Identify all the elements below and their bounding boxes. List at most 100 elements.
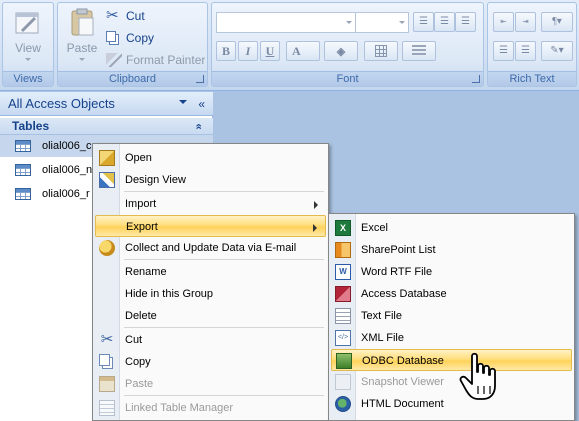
clipboard-group-label: Clipboard xyxy=(58,71,207,86)
submenu-arrow-icon xyxy=(313,224,317,232)
text-file-icon xyxy=(335,308,351,324)
html-icon xyxy=(335,396,351,412)
menu-item-label: Design View xyxy=(125,174,186,186)
bold-button[interactable]: B xyxy=(216,41,236,61)
increase-indent-icon: ⇥ xyxy=(522,16,529,27)
menu-item-label: Word RTF File xyxy=(361,266,433,278)
nav-pane-menu-dropdown-icon[interactable] xyxy=(179,100,187,108)
bullets-button[interactable]: ☰ xyxy=(493,41,514,61)
snapshot-icon xyxy=(335,374,351,390)
numbering-button[interactable]: ☰ xyxy=(515,41,536,61)
design-view-icon xyxy=(99,172,115,188)
shutter-bar-close-icon[interactable]: « xyxy=(198,92,205,116)
table-icon xyxy=(15,140,31,152)
menu-item-label: Cut xyxy=(125,334,143,346)
export-sharepoint-list[interactable]: SharePoint List xyxy=(331,239,572,261)
export-text-file[interactable]: Text File xyxy=(331,305,572,327)
numbering-icon: ☰ xyxy=(521,45,530,56)
highlight-button[interactable]: ✎▾ xyxy=(541,41,573,61)
menu-item-label: XML File xyxy=(361,332,404,344)
menu-separator xyxy=(124,191,324,192)
menu-separator xyxy=(124,395,324,396)
export-access-database[interactable]: Access Database xyxy=(331,283,572,305)
menu-item-label: Access Database xyxy=(361,288,447,300)
menu-item-hide-in-group[interactable]: Hide in this Group xyxy=(95,283,326,305)
menu-item-copy[interactable]: Copy xyxy=(95,351,326,373)
font-group: ☰ ☰ ☰ B I U A ◈ Font xyxy=(211,2,484,87)
xml-icon: </> xyxy=(335,330,351,346)
menu-item-label: Paste xyxy=(125,378,154,390)
align-center-icon: ☰ xyxy=(440,16,449,27)
copy-button[interactable]: Copy xyxy=(104,28,154,48)
font-group-label: Font xyxy=(212,71,483,86)
clipboard-group: Paste ✂ Cut Copy Format Painter Clipboar… xyxy=(57,2,208,87)
menu-item-export[interactable]: Export xyxy=(95,215,326,237)
scissors-icon: ✂ xyxy=(106,7,119,24)
copy-icon xyxy=(106,31,116,42)
views-group-label: Views xyxy=(3,71,53,86)
menu-item-rename[interactable]: Rename xyxy=(95,261,326,283)
italic-button[interactable]: I xyxy=(238,41,258,61)
cut-button[interactable]: ✂ Cut xyxy=(104,6,145,26)
odbc-icon xyxy=(336,353,352,369)
format-painter-icon xyxy=(106,53,122,67)
alternate-fill-icon xyxy=(412,45,426,57)
alternate-fill-button[interactable] xyxy=(402,41,436,61)
group-collapse-icon[interactable]: « xyxy=(189,123,206,129)
copy-label: Copy xyxy=(126,31,155,45)
paragraph-direction-icon: ¶▾ xyxy=(552,16,562,27)
menu-item-import[interactable]: Import xyxy=(95,193,326,215)
menu-item-linked-table-manager[interactable]: Linked Table Manager xyxy=(95,397,326,419)
font-size-combo[interactable] xyxy=(355,12,409,33)
export-word-rtf[interactable]: W Word RTF File xyxy=(331,261,572,283)
view-button[interactable]: View xyxy=(6,7,50,71)
context-menu: Open Design View Import Export Collect a… xyxy=(92,143,329,421)
excel-icon: X xyxy=(335,220,351,236)
align-center-button[interactable]: ☰ xyxy=(434,12,455,32)
export-html-document[interactable]: HTML Document xyxy=(331,393,572,415)
paste-icon xyxy=(71,8,94,36)
tables-group-header[interactable]: Tables « xyxy=(0,118,213,135)
align-right-button[interactable]: ☰ xyxy=(455,12,476,32)
export-xml-file[interactable]: </> XML File xyxy=(331,327,572,349)
font-name-combo[interactable] xyxy=(216,12,356,33)
export-snapshot-viewer[interactable]: Snapshot Viewer xyxy=(331,371,572,393)
nav-pane-header[interactable]: All Access Objects « xyxy=(0,92,213,116)
align-left-button[interactable]: ☰ xyxy=(413,12,434,32)
underline-button[interactable]: U xyxy=(260,41,280,61)
tables-group-label: Tables xyxy=(12,119,50,133)
menu-item-cut[interactable]: ✂ Cut xyxy=(95,329,326,351)
menu-item-collect-data[interactable]: Collect and Update Data via E-mail xyxy=(95,237,326,259)
menu-item-label: HTML Document xyxy=(361,398,444,410)
rich-text-group-label: Rich Text xyxy=(488,71,576,86)
menu-item-design-view[interactable]: Design View xyxy=(95,169,326,191)
nav-table-label: olial006_r xyxy=(42,188,90,200)
menu-item-open[interactable]: Open xyxy=(95,147,326,169)
fill-color-button[interactable]: ◈ xyxy=(324,41,358,61)
paste-dropdown-icon xyxy=(79,58,85,64)
clipboard-launcher-icon[interactable] xyxy=(196,75,204,83)
menu-item-paste[interactable]: Paste xyxy=(95,373,326,395)
access-icon xyxy=(335,286,351,302)
decrease-indent-icon: ⇤ xyxy=(500,16,507,27)
rich-text-group: ⇤ ⇥ ¶▾ ☰ ☰ ✎▾ Rich Text xyxy=(487,2,577,87)
menu-item-label: Collect and Update Data via E-mail xyxy=(125,242,297,254)
table-icon xyxy=(15,164,31,176)
menu-separator xyxy=(124,259,324,260)
increase-indent-button[interactable]: ⇥ xyxy=(515,12,536,32)
paragraph-direction-button[interactable]: ¶▾ xyxy=(541,12,573,32)
menu-item-delete[interactable]: Delete xyxy=(95,305,326,327)
menu-item-label: Import xyxy=(125,198,157,210)
format-painter-button[interactable]: Format Painter xyxy=(104,50,205,70)
word-icon: W xyxy=(335,264,351,280)
view-icon xyxy=(15,12,39,34)
gridlines-button[interactable] xyxy=(364,41,398,61)
paste-button[interactable]: Paste xyxy=(62,7,102,71)
export-excel[interactable]: X Excel xyxy=(331,217,572,239)
paste-label: Paste xyxy=(66,41,98,55)
font-launcher-icon[interactable] xyxy=(472,75,480,83)
export-odbc-database[interactable]: ODBC Database xyxy=(331,349,572,371)
menu-item-label: Copy xyxy=(125,356,151,368)
font-color-button[interactable]: A xyxy=(286,41,320,61)
decrease-indent-button[interactable]: ⇤ xyxy=(493,12,514,32)
